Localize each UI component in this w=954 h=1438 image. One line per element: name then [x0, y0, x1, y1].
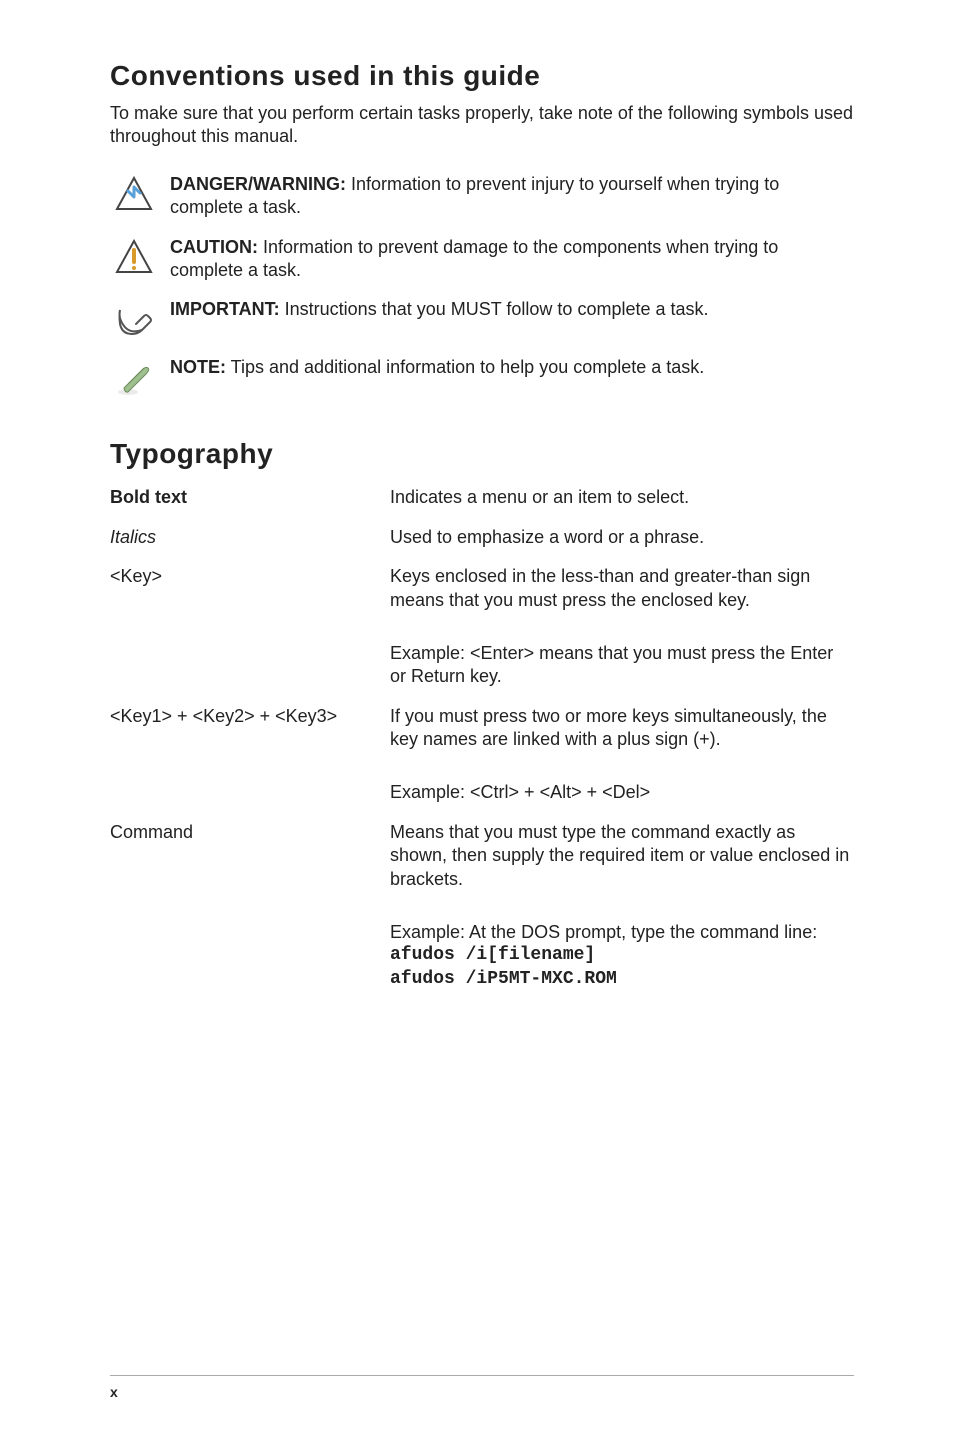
important-icon [110, 298, 158, 340]
typo-key-desc1: Keys enclosed in the less-than and great… [390, 559, 854, 622]
caution-lead: CAUTION: [170, 237, 258, 257]
typo-command-desc1: Means that you must type the command exa… [390, 815, 854, 901]
notice-danger: DANGER/WARNING: Information to prevent i… [110, 173, 854, 220]
notice-list: DANGER/WARNING: Information to prevent i… [110, 173, 854, 399]
caution-body: Information to prevent damage to the com… [170, 237, 778, 280]
table-row: Example: <Enter> means that you must pre… [110, 622, 854, 699]
footer-divider [110, 1375, 854, 1376]
typo-key-desc2: Example: <Enter> means that you must pre… [390, 643, 833, 686]
typo-italics-label: Italics [110, 520, 390, 559]
typo-keycombo-desc2: Example: <Ctrl> + <Alt> + <Del> [390, 782, 650, 802]
notice-caution-text: CAUTION: Information to prevent damage t… [158, 236, 854, 283]
notice-danger-text: DANGER/WARNING: Information to prevent i… [158, 173, 854, 220]
typo-keycombo-label: <Key1> + <Key2> + <Key3> [110, 699, 390, 762]
typo-command-desc2a: Example: At the DOS prompt, type the com… [390, 921, 854, 944]
typo-bold-label: Bold text [110, 480, 390, 519]
notice-note: NOTE: Tips and additional information to… [110, 356, 854, 398]
important-body: Instructions that you MUST follow to com… [280, 299, 709, 319]
conventions-heading: Conventions used in this guide [110, 60, 854, 92]
table-row: Italics Used to emphasize a word or a ph… [110, 520, 854, 559]
typo-key-label: <Key> [110, 559, 390, 622]
typography-heading: Typography [110, 438, 854, 470]
conventions-intro: To make sure that you perform certain ta… [110, 102, 854, 149]
note-body: Tips and additional information to help … [226, 357, 704, 377]
danger-lead: DANGER/WARNING: [170, 174, 346, 194]
page-number: x [110, 1384, 118, 1400]
typo-command-mono1: afudos /i[filename] [390, 944, 854, 967]
typography-table: Bold text Indicates a menu or an item to… [110, 480, 854, 1001]
notice-note-text: NOTE: Tips and additional information to… [158, 356, 854, 379]
typo-command-mono2: afudos /iP5MT-MXC.ROM [390, 968, 854, 991]
typo-command-label: Command [110, 815, 390, 901]
table-row: Bold text Indicates a menu or an item to… [110, 480, 854, 519]
typo-italics-desc: Used to emphasize a word or a phrase. [390, 520, 854, 559]
note-lead: NOTE: [170, 357, 226, 377]
table-row: Command Means that you must type the com… [110, 815, 854, 901]
notice-caution: CAUTION: Information to prevent damage t… [110, 236, 854, 283]
table-row: Example: At the DOS prompt, type the com… [110, 901, 854, 1001]
caution-icon [110, 236, 158, 278]
table-row: Example: <Ctrl> + <Alt> + <Del> [110, 761, 854, 814]
notice-important: IMPORTANT: Instructions that you MUST fo… [110, 298, 854, 340]
notice-important-text: IMPORTANT: Instructions that you MUST fo… [158, 298, 854, 321]
typo-keycombo-desc1: If you must press two or more keys simul… [390, 699, 854, 762]
typo-bold-desc: Indicates a menu or an item to select. [390, 480, 854, 519]
table-row: <Key1> + <Key2> + <Key3> If you must pre… [110, 699, 854, 762]
important-lead: IMPORTANT: [170, 299, 280, 319]
note-icon [110, 356, 158, 398]
page-container: Conventions used in this guide To make s… [0, 0, 954, 1438]
danger-icon [110, 173, 158, 215]
table-row: <Key> Keys enclosed in the less-than and… [110, 559, 854, 622]
